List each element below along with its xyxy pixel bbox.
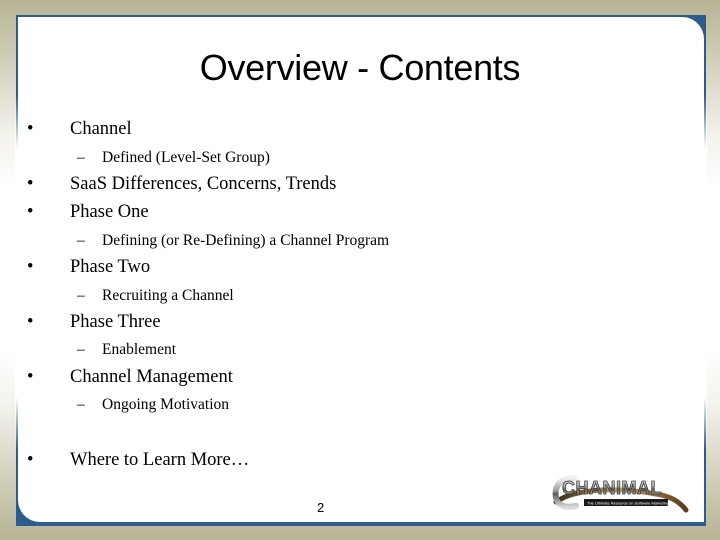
slide-content: • Channel – Defined (Level-Set Group) • … — [0, 0, 720, 540]
dash-icon: – — [77, 341, 85, 358]
logo-tagline: The Ultimate Resource on Software Market… — [587, 501, 669, 506]
bullet-text: SaaS Differences, Concerns, Trends — [70, 174, 337, 194]
bullet-icon: • — [27, 312, 34, 332]
sub-bullet-text: Defining (or Re-Defining) a Channel Prog… — [102, 232, 390, 249]
dash-icon: – — [77, 287, 85, 304]
bullet-text: Where to Learn More… — [70, 450, 250, 470]
bullet-icon: • — [27, 202, 34, 222]
dash-icon: – — [77, 232, 85, 249]
bullet-text: Phase Two — [70, 257, 151, 277]
bullet-icon: • — [27, 119, 34, 139]
sub-bullet-text: Enablement — [102, 341, 177, 358]
sub-bullet-text: Defined (Level-Set Group) — [102, 149, 270, 166]
bullet-text: Phase Three — [70, 312, 161, 332]
bullet-icon: • — [27, 367, 34, 387]
chanimal-logo: CHANIMAL The Ultimate Resource on Softwa… — [552, 475, 689, 513]
sub-bullet-text: Recruiting a Channel — [102, 287, 234, 304]
dash-icon: – — [77, 396, 85, 413]
page-number: 2 — [317, 500, 325, 515]
bullet-text: Phase One — [70, 202, 149, 222]
sub-bullet-text: Ongoing Motivation — [102, 396, 230, 413]
bullet-icon: • — [27, 257, 34, 277]
bullet-icon: • — [27, 174, 34, 194]
bullet-text: Channel — [70, 119, 132, 139]
bullet-icon: • — [27, 450, 34, 470]
dash-icon: – — [77, 149, 85, 166]
bullet-text: Channel Management — [70, 367, 233, 387]
logo-wordmark: CHANIMAL — [562, 478, 662, 498]
